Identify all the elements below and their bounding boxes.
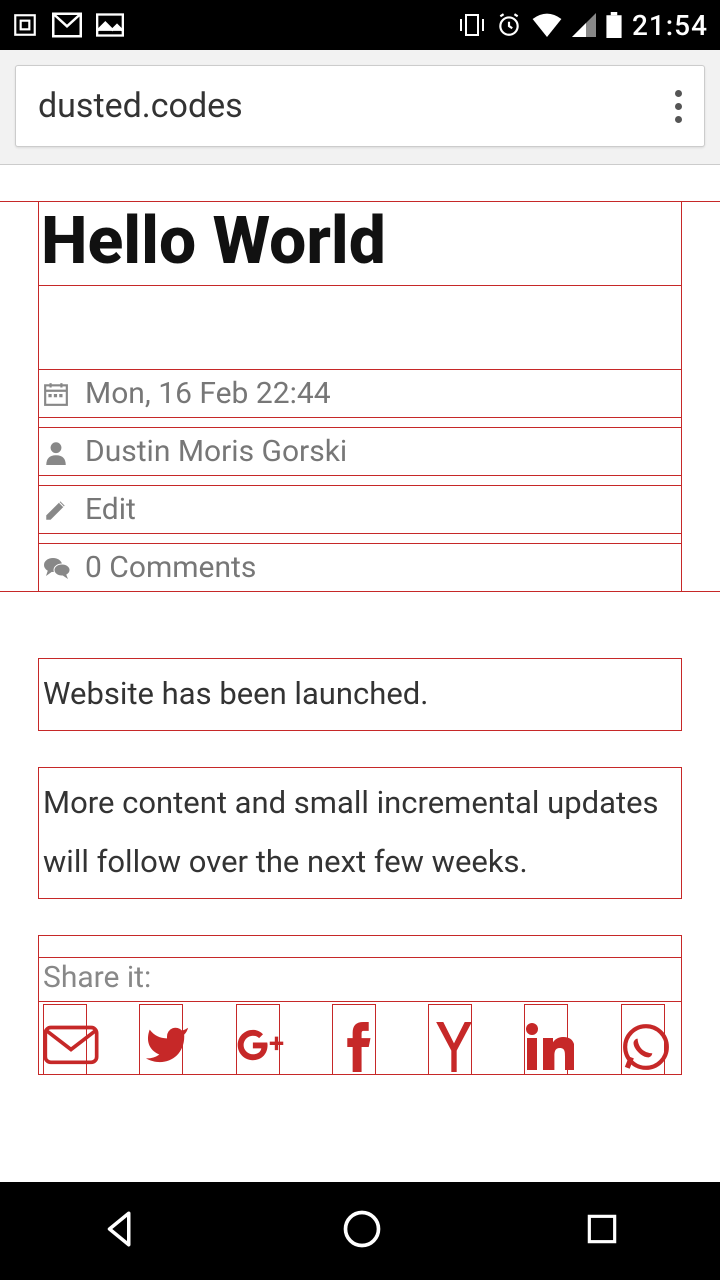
share-hackernews-button[interactable] [428, 1004, 484, 1074]
notification-icon [12, 12, 38, 38]
wifi-icon [532, 13, 562, 37]
meta-edit: Edit [85, 492, 136, 527]
share-linkedin-button[interactable] [524, 1004, 580, 1074]
alarm-icon [496, 12, 522, 38]
vibrate-icon [458, 13, 486, 37]
meta-comments: 0 Comments [85, 550, 256, 585]
meta-date-row: Mon, 16 Feb 22:44 [39, 370, 681, 418]
android-status-bar: 21:54 [0, 0, 720, 50]
recents-button[interactable] [583, 1210, 621, 1252]
meta-author: Dustin Moris Gorski [85, 434, 347, 469]
signal-icon [572, 13, 596, 37]
share-section: Share it: [38, 935, 682, 1075]
browser-omnibox-bar: dusted.codes [0, 50, 720, 165]
clock-time: 21:54 [632, 9, 708, 42]
url-text: dusted.codes [38, 86, 243, 126]
gmail-icon [52, 12, 82, 38]
url-bar[interactable]: dusted.codes [15, 65, 705, 147]
meta-edit-row[interactable]: Edit [39, 486, 681, 534]
meta-author-row: Dustin Moris Gorski [39, 428, 681, 476]
android-nav-bar [0, 1182, 720, 1280]
article-title: Hello World [41, 202, 679, 281]
share-email-button[interactable] [43, 1004, 99, 1074]
meta-comments-row[interactable]: 0 Comments [39, 544, 681, 591]
paragraph: More content and small incremental updat… [38, 767, 682, 899]
meta-date: Mon, 16 Feb 22:44 [85, 376, 331, 411]
home-button[interactable] [340, 1207, 384, 1255]
user-icon [43, 439, 71, 465]
battery-icon [606, 12, 622, 38]
page-content: Hello World Mon, 16 Feb 22:44 Dustin Mor… [0, 165, 720, 1075]
pencil-icon [43, 497, 71, 523]
calendar-icon [43, 381, 71, 407]
comments-icon [43, 555, 71, 581]
browser-menu-icon[interactable] [675, 90, 682, 123]
share-twitter-button[interactable] [139, 1004, 195, 1074]
share-googleplus-button[interactable] [236, 1004, 292, 1074]
back-button[interactable] [99, 1208, 141, 1254]
image-icon [96, 12, 124, 38]
share-facebook-button[interactable] [332, 1004, 388, 1074]
paragraph: Website has been launched. [38, 658, 682, 731]
share-whatsapp-button[interactable] [621, 1004, 677, 1074]
share-label: Share it: [39, 958, 681, 1002]
